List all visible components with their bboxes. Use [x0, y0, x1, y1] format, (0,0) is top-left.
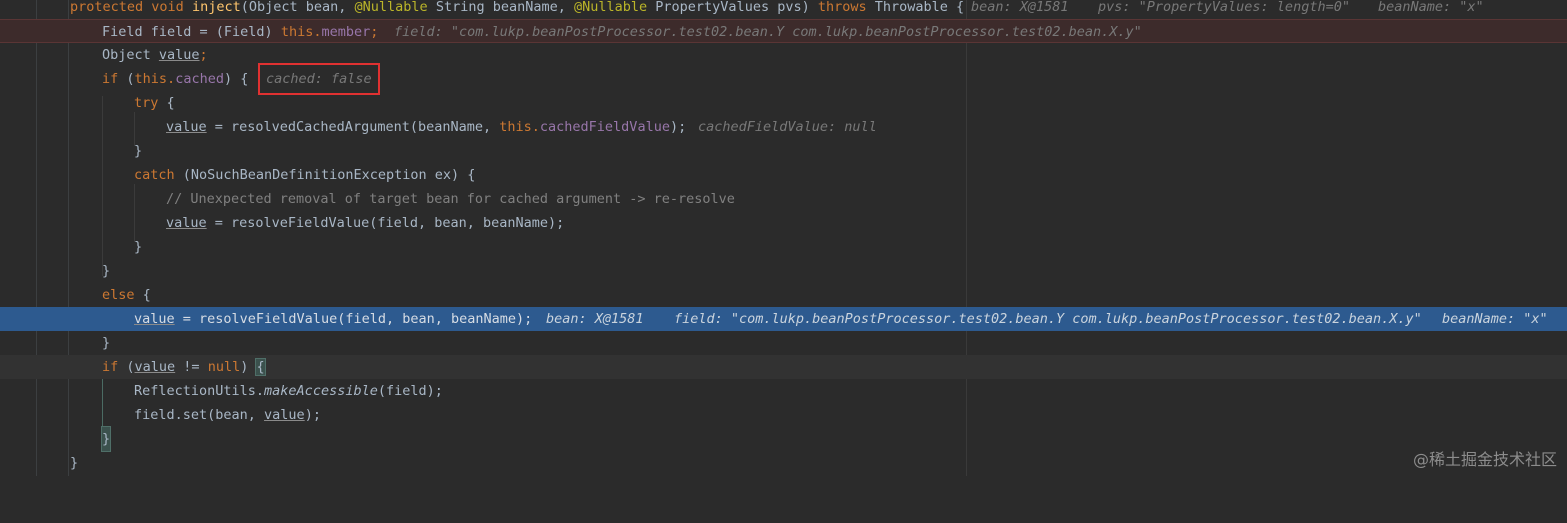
code-text: Throwable {: [866, 0, 965, 15]
code-text: {: [134, 287, 151, 303]
keyword: else: [102, 287, 135, 303]
variable: value: [166, 119, 207, 135]
code-text: }: [134, 143, 143, 159]
keyword: null: [207, 359, 241, 375]
inline-debug-value: beanName: "x": [1378, 0, 1484, 15]
inline-debug-value: field: "com.lukp.beanPostProcessor.test0…: [394, 24, 1142, 40]
code-text: !=: [175, 359, 208, 375]
code-line-else[interactable]: else {: [0, 283, 1567, 307]
code-text: (: [118, 71, 135, 87]
code-line-execution-point[interactable]: value = resolveFieldValue(field, bean, b…: [0, 307, 1567, 331]
code-text: (field);: [377, 383, 443, 399]
code-line-close-brace[interactable]: }: [0, 259, 1567, 283]
code-text: (Object bean,: [240, 0, 355, 15]
keyword: this: [280, 24, 314, 40]
code-text: = resolveFieldValue(field, bean, beanNam…: [206, 215, 565, 231]
inline-debug-value: bean: X@1581: [546, 311, 644, 327]
code-text: (: [118, 359, 135, 375]
code-text: {: [158, 95, 175, 111]
inline-debug-value: cachedFieldValue: null: [698, 119, 877, 135]
keyword: void: [151, 0, 184, 15]
keyword: this: [499, 119, 532, 135]
variable: value: [134, 311, 175, 327]
keyword: if: [102, 359, 119, 375]
code-text: );: [669, 119, 687, 135]
code-line-method-end[interactable]: }: [0, 451, 1567, 475]
keyword: if: [102, 71, 119, 87]
code-text: ;: [370, 24, 379, 40]
code-line-close-brace[interactable]: }: [0, 235, 1567, 259]
watermark: @稀土掘金技术社区: [1412, 450, 1557, 469]
keyword: protected: [70, 0, 144, 15]
code-text: }: [102, 263, 111, 279]
code-text: ): [240, 359, 257, 375]
code-text: PropertyValues pvs): [647, 0, 818, 15]
variable: value: [158, 47, 200, 63]
code-text: .: [531, 119, 540, 135]
code-text: }: [70, 455, 79, 471]
code-text: }: [102, 335, 111, 351]
inline-debug-value-highlighted: cached: false: [258, 63, 380, 95]
code-line-if-cached[interactable]: if (this.cached) { cached: false: [0, 63, 1567, 95]
code-text: Field field = (Field): [102, 24, 281, 40]
code-line-catch[interactable]: catch (NoSuchBeanDefinitionException ex)…: [0, 163, 1567, 187]
code-line-object-decl[interactable]: Object value;: [0, 43, 1567, 67]
variable: value: [134, 359, 176, 375]
code-text: ) {: [223, 71, 249, 87]
inline-debug-value: pvs: "PropertyValues: length=0": [1098, 0, 1350, 15]
code-line-close-brace[interactable]: }: [0, 426, 1567, 452]
field-ref: cachedFieldValue: [539, 119, 670, 135]
code-line-resolve-field[interactable]: value = resolveFieldValue(field, bean, b…: [0, 211, 1567, 235]
code-text: = resolveFieldValue(field, bean, beanNam…: [174, 311, 533, 327]
matched-brace: {: [255, 358, 266, 376]
static-method: makeAccessible: [264, 383, 378, 399]
inline-debug-value: field: "com.lukp.beanPostProcessor.test0…: [674, 311, 1422, 327]
code-line-method-signature[interactable]: protected void inject(Object bean, @Null…: [0, 0, 1567, 19]
code-line-make-accessible[interactable]: ReflectionUtils.makeAccessible(field);: [0, 379, 1567, 403]
field-ref: member: [321, 24, 371, 40]
keyword: catch: [134, 167, 175, 183]
code-line-try[interactable]: try {: [0, 91, 1567, 115]
field-ref: cached: [175, 71, 224, 87]
keyword: try: [134, 95, 159, 111]
code-line-if-not-null[interactable]: if (value != null) {: [0, 355, 1567, 379]
inline-debug-value: beanName: "x": [1442, 311, 1548, 327]
keyword: this: [134, 71, 168, 87]
code-text: String beanName,: [427, 0, 574, 15]
matched-brace: }: [100, 426, 112, 452]
code-line-resolved-cached[interactable]: value = resolvedCachedArgument(beanName,…: [0, 115, 1567, 139]
code-text: field.set(bean,: [134, 407, 265, 423]
code-comment: // Unexpected removal of target bean for…: [166, 191, 735, 207]
annotation: @Nullable: [574, 0, 648, 15]
code-text: ReflectionUtils.: [134, 383, 265, 399]
code-text: Object: [102, 47, 159, 63]
code-text: }: [134, 239, 143, 255]
code-text: = resolvedCachedArgument(beanName,: [206, 119, 500, 135]
variable: value: [166, 215, 207, 231]
code-text: (NoSuchBeanDefinitionException ex) {: [174, 167, 476, 183]
variable: value: [264, 407, 305, 423]
code-line-field-set[interactable]: field.set(bean, value);: [0, 403, 1567, 427]
keyword: throws: [817, 0, 867, 15]
code-line-comment[interactable]: // Unexpected removal of target bean for…: [0, 187, 1567, 211]
code-line-close-brace[interactable]: }: [0, 331, 1567, 355]
code-line-field[interactable]: Field field = (Field) this.member; field…: [0, 19, 1567, 43]
method-name: inject: [191, 0, 241, 15]
code-line-close-brace[interactable]: }: [0, 139, 1567, 163]
code-text: .: [167, 71, 176, 87]
inline-debug-value: bean: X@1581: [971, 0, 1069, 15]
annotation: @Nullable: [354, 0, 428, 15]
code-editor[interactable]: protected void inject(Object bean, @Null…: [0, 0, 1567, 476]
code-text: );: [304, 407, 321, 423]
code-text: ;: [199, 47, 208, 63]
